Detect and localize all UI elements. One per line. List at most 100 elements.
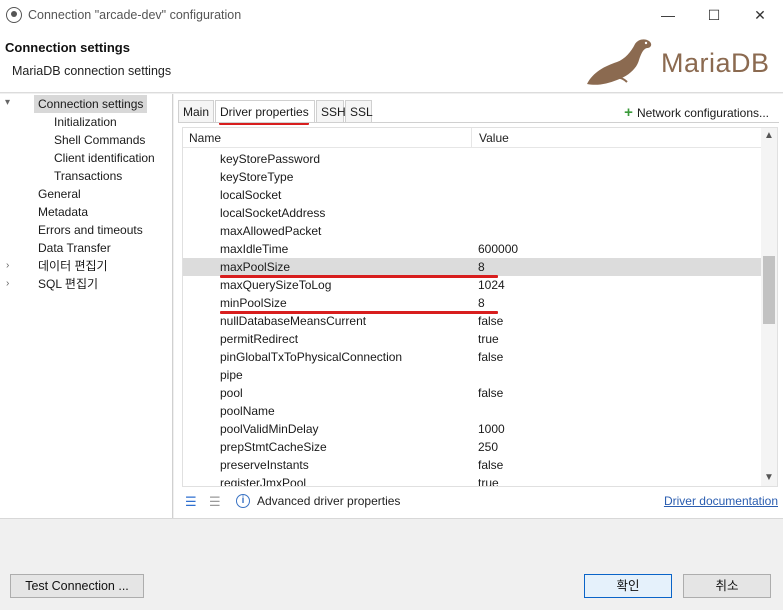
- table-row[interactable]: registerJmxPool true: [183, 474, 761, 487]
- nav-item-client-identification[interactable]: Client identification: [54, 149, 155, 167]
- tab-ssh[interactable]: SSH: [316, 100, 346, 122]
- tab-divider: [178, 122, 779, 123]
- table-row[interactable]: permitRedirect true: [183, 330, 761, 348]
- column-header-name[interactable]: Name: [189, 131, 221, 145]
- property-name: minPoolSize: [220, 296, 287, 310]
- column-separator[interactable]: [471, 128, 472, 148]
- tab-driver-properties[interactable]: Driver properties: [215, 100, 315, 122]
- properties-table: Name Value keyStorePassword keyStoreType…: [182, 127, 778, 487]
- property-value[interactable]: 250: [478, 438, 498, 456]
- property-name: localSocket: [220, 188, 282, 202]
- table-row[interactable]: poolValidMinDelay 1000: [183, 420, 761, 438]
- table-row[interactable]: keyStorePassword: [183, 150, 761, 168]
- property-value[interactable]: 1000: [478, 420, 505, 438]
- scrollbar-thumb[interactable]: [763, 256, 775, 324]
- nav-item-data-transfer[interactable]: Data Transfer: [38, 239, 111, 257]
- property-value[interactable]: 8: [478, 258, 485, 276]
- nav-item-initialization[interactable]: Initialization: [54, 113, 117, 131]
- property-value[interactable]: false: [478, 348, 503, 366]
- advanced-driver-properties-label: Advanced driver properties: [257, 494, 401, 508]
- plus-icon: +: [624, 104, 633, 121]
- table-row[interactable]: maxQuerySizeToLog 1024: [183, 276, 761, 294]
- property-name: registerJmxPool: [220, 476, 307, 487]
- nav-item-shell-commands[interactable]: Shell Commands: [54, 131, 145, 149]
- nav-item-connection-settings[interactable]: Connection settings: [34, 95, 148, 113]
- driver-documentation-link[interactable]: Driver documentation: [664, 494, 778, 508]
- ok-button[interactable]: 확인: [584, 574, 672, 598]
- table-header: Name Value: [183, 128, 761, 148]
- property-name: pool: [220, 386, 243, 400]
- dialog-footer: Test Connection ... 확인 취소: [0, 518, 783, 610]
- property-name: maxQuerySizeToLog: [220, 278, 332, 292]
- maximize-button[interactable]: ☐: [691, 0, 737, 30]
- property-value[interactable]: 600000: [478, 240, 518, 258]
- table-row[interactable]: maxIdleTime 600000: [183, 240, 761, 258]
- scroll-down-icon[interactable]: ▼: [764, 472, 774, 483]
- vertical-scrollbar[interactable]: ▲ ▼: [761, 128, 777, 486]
- table-row[interactable]: pool false: [183, 384, 761, 402]
- table-row[interactable]: poolName: [183, 402, 761, 420]
- tab-ssl[interactable]: SSL: [345, 100, 373, 122]
- remove-property-icon[interactable]: ☰: [209, 494, 221, 510]
- table-row[interactable]: keyStoreType: [183, 168, 761, 186]
- nav-item-errors-timeouts[interactable]: Errors and timeouts: [38, 221, 143, 239]
- logo-text: MariaDB: [661, 48, 770, 78]
- property-name: maxIdleTime: [220, 242, 289, 256]
- title-bar: Connection "arcade-dev" configuration — …: [0, 0, 783, 30]
- add-property-icon[interactable]: ☰: [185, 494, 197, 510]
- property-name: preserveInstants: [220, 458, 309, 472]
- nav-item-general[interactable]: General: [38, 185, 81, 203]
- property-name: pinGlobalTxToPhysicalConnection: [220, 350, 403, 364]
- property-name: keyStorePassword: [220, 152, 321, 166]
- minimize-button[interactable]: —: [645, 0, 691, 30]
- test-connection-button[interactable]: Test Connection ...: [10, 574, 144, 598]
- property-value[interactable]: 1024: [478, 276, 505, 294]
- property-name: pipe: [220, 368, 243, 382]
- scroll-up-icon[interactable]: ▲: [764, 130, 774, 141]
- app-icon: [6, 7, 22, 23]
- table-row[interactable]: pinGlobalTxToPhysicalConnection false: [183, 348, 761, 366]
- nav-item-data-editor[interactable]: 데이터 편집기: [38, 257, 108, 275]
- property-name: localSocketAddress: [220, 206, 326, 220]
- table-row[interactable]: localSocketAddress: [183, 204, 761, 222]
- column-header-value[interactable]: Value: [479, 131, 509, 145]
- settings-nav-tree: ▾ Connection settings Initialization She…: [0, 94, 173, 518]
- table-rows: keyStorePassword keyStoreType localSocke…: [183, 150, 761, 487]
- property-value[interactable]: true: [478, 474, 499, 486]
- table-row[interactable]: maxAllowedPacket: [183, 222, 761, 240]
- property-name: keyStoreType: [220, 170, 294, 184]
- annotation-underline-minpoolsize: [220, 311, 498, 314]
- network-configurations-label: Network configurations...: [636, 106, 769, 120]
- chevron-right-icon[interactable]: ›: [6, 260, 9, 271]
- table-row[interactable]: minPoolSize 8: [183, 294, 761, 312]
- close-button[interactable]: ✕: [737, 0, 783, 30]
- chevron-right-icon[interactable]: ›: [6, 278, 9, 289]
- property-value[interactable]: true: [478, 330, 499, 348]
- table-row[interactable]: nullDatabaseMeansCurrent false: [183, 312, 761, 330]
- property-value[interactable]: false: [478, 312, 503, 330]
- property-name: poolValidMinDelay: [220, 422, 319, 436]
- window-title: Connection "arcade-dev" configuration: [28, 8, 242, 22]
- tab-main[interactable]: Main: [178, 100, 214, 122]
- property-value[interactable]: 8: [478, 294, 485, 312]
- property-value[interactable]: false: [478, 384, 503, 402]
- table-row[interactable]: prepStmtCacheSize 250: [183, 438, 761, 456]
- annotation-underline-maxpoolsize: [220, 275, 498, 278]
- nav-item-metadata[interactable]: Metadata: [38, 203, 88, 221]
- property-name: poolName: [220, 404, 275, 418]
- property-value[interactable]: false: [478, 456, 503, 474]
- table-row[interactable]: preserveInstants false: [183, 456, 761, 474]
- network-configurations-button[interactable]: + Network configurations...: [624, 104, 769, 121]
- property-name: maxPoolSize: [220, 260, 291, 274]
- table-row-selected[interactable]: maxPoolSize 8: [183, 258, 761, 276]
- table-row[interactable]: localSocket: [183, 186, 761, 204]
- page-subtitle: MariaDB connection settings: [12, 64, 172, 78]
- mariadb-logo: MariaDB: [583, 32, 778, 90]
- cancel-button[interactable]: 취소: [683, 574, 771, 598]
- nav-item-transactions[interactable]: Transactions: [54, 167, 122, 185]
- chevron-down-icon[interactable]: ▾: [5, 97, 10, 108]
- table-row[interactable]: pipe: [183, 366, 761, 384]
- property-name: prepStmtCacheSize: [220, 440, 327, 454]
- info-icon: i: [236, 494, 250, 508]
- nav-item-sql-editor[interactable]: SQL 편집기: [38, 275, 98, 293]
